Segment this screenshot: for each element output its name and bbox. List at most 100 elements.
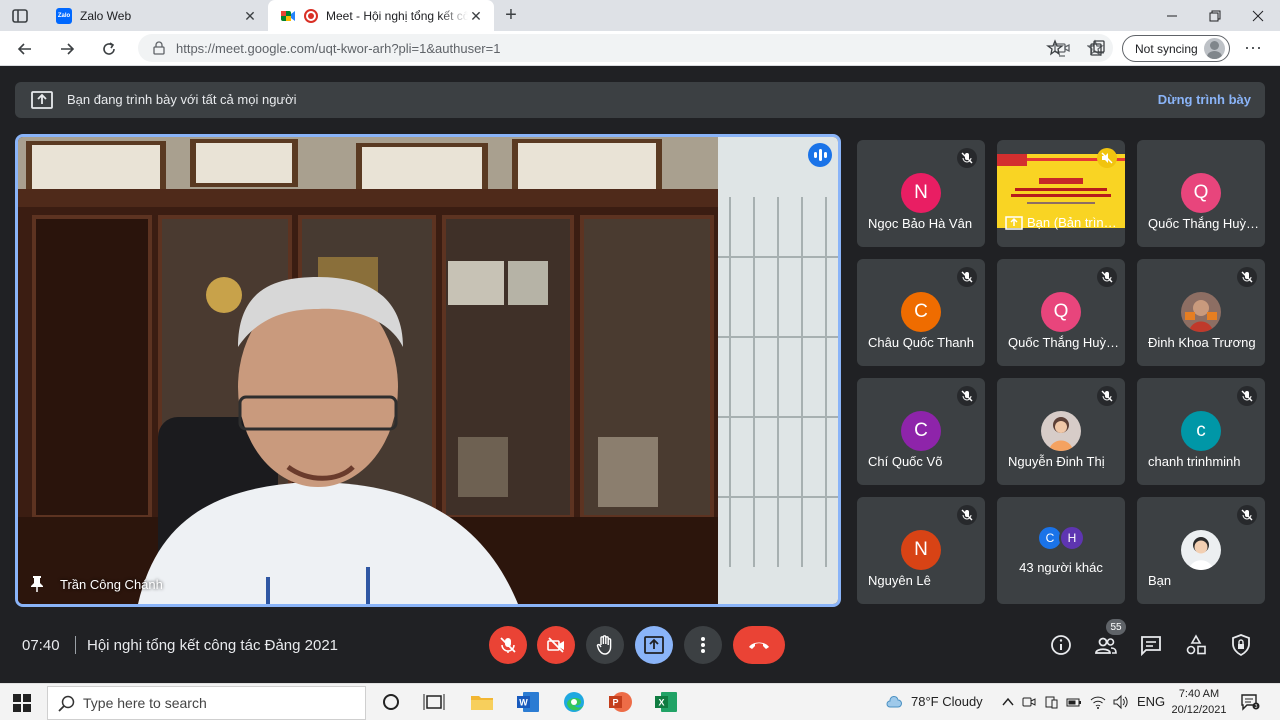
address-bar[interactable]: https://meet.google.com/uqt-kwor-arh?pli… (138, 34, 1113, 62)
participant-name: Nguyên Lê (868, 573, 931, 588)
leave-call-button[interactable] (733, 626, 785, 664)
url-text[interactable]: https://meet.google.com/uqt-kwor-arh?pli… (176, 41, 500, 56)
weather-text[interactable]: 78°F Cloudy (911, 694, 983, 709)
self-tile[interactable]: Bạn (1137, 497, 1265, 604)
browser-toolbar: https://meet.google.com/uqt-kwor-arh?pli… (0, 31, 1280, 66)
forward-arrow-icon (61, 43, 75, 55)
favorites-icon[interactable] (1046, 39, 1066, 59)
windows-start-icon[interactable] (13, 694, 31, 712)
avatar-photo (1181, 292, 1221, 332)
meet-now-icon[interactable] (1021, 694, 1037, 710)
lock-icon[interactable] (152, 41, 166, 55)
input-language[interactable]: ENG (1137, 694, 1165, 709)
restore-icon (1209, 10, 1221, 21)
mic-off-icon (957, 505, 977, 525)
participant-tile[interactable]: C Châu Quốc Thanh (857, 259, 985, 366)
chevron-up-icon[interactable] (1000, 694, 1016, 710)
mic-off-icon (1237, 505, 1257, 525)
present-screen-icon (31, 91, 53, 109)
mic-off-icon (957, 148, 977, 168)
search-placeholder: Type here to search (83, 695, 207, 711)
more-vert-icon (701, 637, 705, 653)
participant-name: Bạn (Bản trình bày) (1027, 215, 1117, 230)
participant-tile[interactable]: N Nguyên Lê (857, 497, 985, 604)
main-speaker-video[interactable]: Trần Công Chánh (15, 134, 841, 607)
close-window-button[interactable] (1236, 0, 1280, 31)
speaking-indicator-icon (808, 143, 832, 167)
participant-tile[interactable]: c chanh trinhminh (1137, 378, 1265, 485)
meeting-title: Hội nghị tổng kết công tác Đảng 2021 (87, 637, 339, 654)
forward-button[interactable] (54, 36, 80, 62)
activities-icon[interactable] (1185, 634, 1207, 656)
windows-taskbar: Type here to search W P X 78°F Cloudy EN… (0, 683, 1280, 720)
raise-hand-button[interactable] (586, 626, 624, 664)
taskbar-search-box[interactable]: Type here to search (47, 686, 366, 720)
devices-icon[interactable] (1043, 694, 1059, 710)
avatar: N (901, 173, 941, 213)
browser-tab-bar: Zalo Zalo Web ✕ Meet - Hội nghị tổng kết… (0, 0, 1280, 31)
present-now-button[interactable] (635, 626, 673, 664)
avatar-photo (1041, 411, 1081, 451)
weather-cloud-icon[interactable] (886, 694, 902, 710)
participant-tile[interactable]: N Ngọc Bảo Hà Vân (857, 140, 985, 247)
participant-tile[interactable]: C Chí Quốc Võ (857, 378, 985, 485)
main-speaker-name: Trần Công Chánh (60, 577, 163, 592)
word-icon[interactable]: W (515, 690, 541, 714)
meet-favicon-icon (281, 10, 295, 21)
mic-off-icon (1097, 386, 1117, 406)
collections-icon[interactable] (1088, 39, 1108, 59)
presentation-tile[interactable]: Bạn (Bản trình bày) (997, 140, 1125, 247)
other-participants-tile[interactable]: C H 43 người khác (997, 497, 1125, 604)
stop-presenting-button[interactable]: Dừng trình bày (1158, 92, 1251, 107)
mic-off-icon (1237, 267, 1257, 287)
tab-actions-icon[interactable] (10, 6, 30, 26)
participant-tile[interactable]: Q Quốc Thắng Huỳnh (997, 259, 1125, 366)
new-tab-button[interactable]: + (500, 4, 522, 26)
restore-button[interactable] (1193, 0, 1237, 31)
minimize-button[interactable] (1150, 0, 1194, 31)
tab-title: Meet - Hội nghị tổng kết công tác Đảng 2… (326, 8, 468, 23)
chat-icon[interactable] (1140, 634, 1162, 656)
edge-browser-icon[interactable] (561, 690, 587, 714)
tab-meet[interactable]: Meet - Hội nghị tổng kết công tác Đảng 2… (268, 0, 494, 31)
other-participants-count: 43 người khác (1019, 560, 1103, 575)
taskbar-time: 7:40 AM (1178, 688, 1220, 700)
profile-avatar-icon (1204, 38, 1225, 59)
people-icon[interactable] (1095, 634, 1117, 656)
browser-menu-button[interactable]: ··· (1243, 38, 1263, 58)
mic-off-icon (957, 267, 977, 287)
volume-icon[interactable] (1112, 694, 1128, 710)
participant-tile[interactable]: Nguyễn Đinh Thị (997, 378, 1125, 485)
file-explorer-icon[interactable] (469, 690, 495, 714)
zalo-favicon-icon: Zalo (56, 7, 72, 24)
pin-icon[interactable] (30, 575, 44, 593)
sync-label: Not syncing (1135, 41, 1198, 56)
toggle-mic-button[interactable] (489, 626, 527, 664)
task-view-icon[interactable] (421, 690, 447, 714)
taskbar-clock[interactable]: 7:40 AM 20/12/2021 (1168, 686, 1230, 718)
tab-title: Zalo Web (80, 8, 132, 23)
tab-zalo[interactable]: Zalo Zalo Web ✕ (44, 0, 268, 31)
toggle-camera-button[interactable] (537, 626, 575, 664)
refresh-button[interactable] (96, 36, 122, 62)
powerpoint-icon[interactable]: P (607, 690, 633, 714)
host-controls-icon[interactable] (1230, 634, 1252, 656)
close-tab-icon[interactable]: ✕ (468, 8, 484, 24)
back-button[interactable] (12, 36, 38, 62)
excel-icon[interactable]: X (653, 690, 679, 714)
meeting-details-icon[interactable] (1050, 634, 1072, 656)
profile-sync-button[interactable]: Not syncing (1122, 35, 1230, 62)
wifi-icon[interactable] (1090, 694, 1106, 710)
people-count-badge: 55 (1106, 619, 1126, 635)
participant-tile[interactable]: Đinh Khoa Trương (1137, 259, 1265, 366)
participant-tile[interactable]: Q Quốc Thắng Huỳnh (1137, 140, 1265, 247)
close-tab-icon[interactable]: ✕ (242, 8, 258, 24)
battery-icon[interactable] (1066, 694, 1082, 710)
participant-name: Bạn (1148, 573, 1172, 588)
notifications-icon[interactable]: 3 (1240, 693, 1260, 711)
cortana-icon[interactable] (378, 690, 404, 714)
avatar: C (901, 411, 941, 451)
other-participants-avatars: C H (1037, 525, 1087, 551)
more-options-button[interactable] (684, 626, 722, 664)
svg-text:P: P (612, 698, 618, 708)
